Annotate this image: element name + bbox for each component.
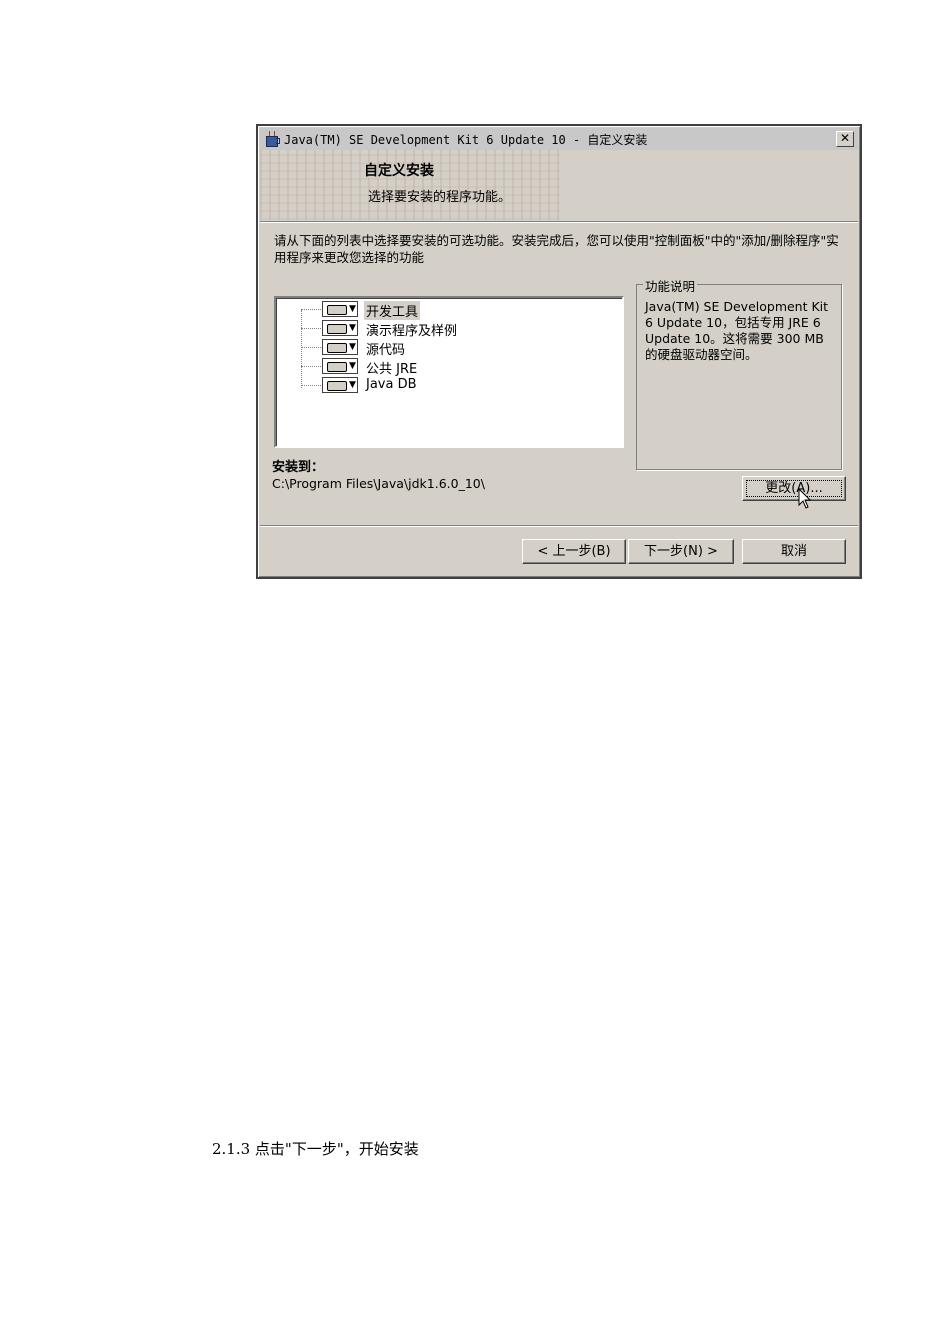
feature-dropdown-icon[interactable]: ▼	[322, 320, 358, 336]
tree-connector	[301, 310, 302, 388]
header-banner: 自定义安装 选择要安装的程序功能。	[260, 150, 858, 220]
close-button[interactable]: ✕	[836, 131, 854, 147]
java-cup-icon	[264, 131, 280, 147]
feature-item-java-db[interactable]: Java DB	[364, 377, 419, 392]
page-subheading: 选择要安装的程序功能。	[368, 190, 512, 205]
feature-dropdown-icon[interactable]: ▼	[322, 301, 358, 317]
section-caption: 2.1.3 点击"下一步"，开始安装	[212, 1140, 419, 1158]
footer-divider	[260, 525, 858, 527]
feature-dropdown-icon[interactable]: ▼	[322, 358, 358, 374]
feature-dropdown-icon[interactable]: ▼	[322, 377, 358, 393]
installer-dialog: Java(TM) SE Development Kit 6 Update 10 …	[256, 124, 862, 579]
title-bar: Java(TM) SE Development Kit 6 Update 10 …	[260, 128, 858, 150]
change-button[interactable]: 更改(A)...	[742, 476, 846, 501]
feature-tree[interactable]: ▼ 开发工具 ▼ 演示程序及样例 ▼ 源代码 ▼ 公共 JRE ▼ Java D…	[274, 296, 624, 448]
cancel-button[interactable]: 取消	[742, 539, 846, 564]
next-button[interactable]: 下一步(N) >	[628, 539, 734, 564]
feature-dropdown-icon[interactable]: ▼	[322, 339, 358, 355]
window-title: Java(TM) SE Development Kit 6 Update 10 …	[284, 132, 648, 147]
feature-description-text: Java(TM) SE Development Kit 6 Update 10，…	[645, 299, 829, 362]
install-location-path: C:\Program Files\Java\jdk1.6.0_10\	[272, 476, 485, 491]
back-button[interactable]: < 上一步(B)	[522, 539, 626, 564]
header-divider	[260, 221, 858, 223]
feature-item-public-jre[interactable]: 公共 JRE	[364, 358, 419, 377]
install-location-label: 安装到：	[272, 460, 325, 475]
mouse-cursor-icon	[798, 488, 812, 509]
feature-item-dev-tools[interactable]: 开发工具	[364, 301, 421, 320]
instructions-text: 请从下面的列表中选择要安装的可选功能。安装完成后，您可以使用"控制面板"中的"添…	[274, 233, 839, 265]
feature-description-group: 功能说明 Java(TM) SE Development Kit 6 Updat…	[636, 276, 842, 470]
feature-item-source[interactable]: 源代码	[364, 339, 407, 358]
feature-item-demos[interactable]: 演示程序及样例	[364, 320, 459, 339]
feature-description-title: 功能说明	[643, 276, 698, 295]
page-heading: 自定义安装	[364, 163, 434, 179]
